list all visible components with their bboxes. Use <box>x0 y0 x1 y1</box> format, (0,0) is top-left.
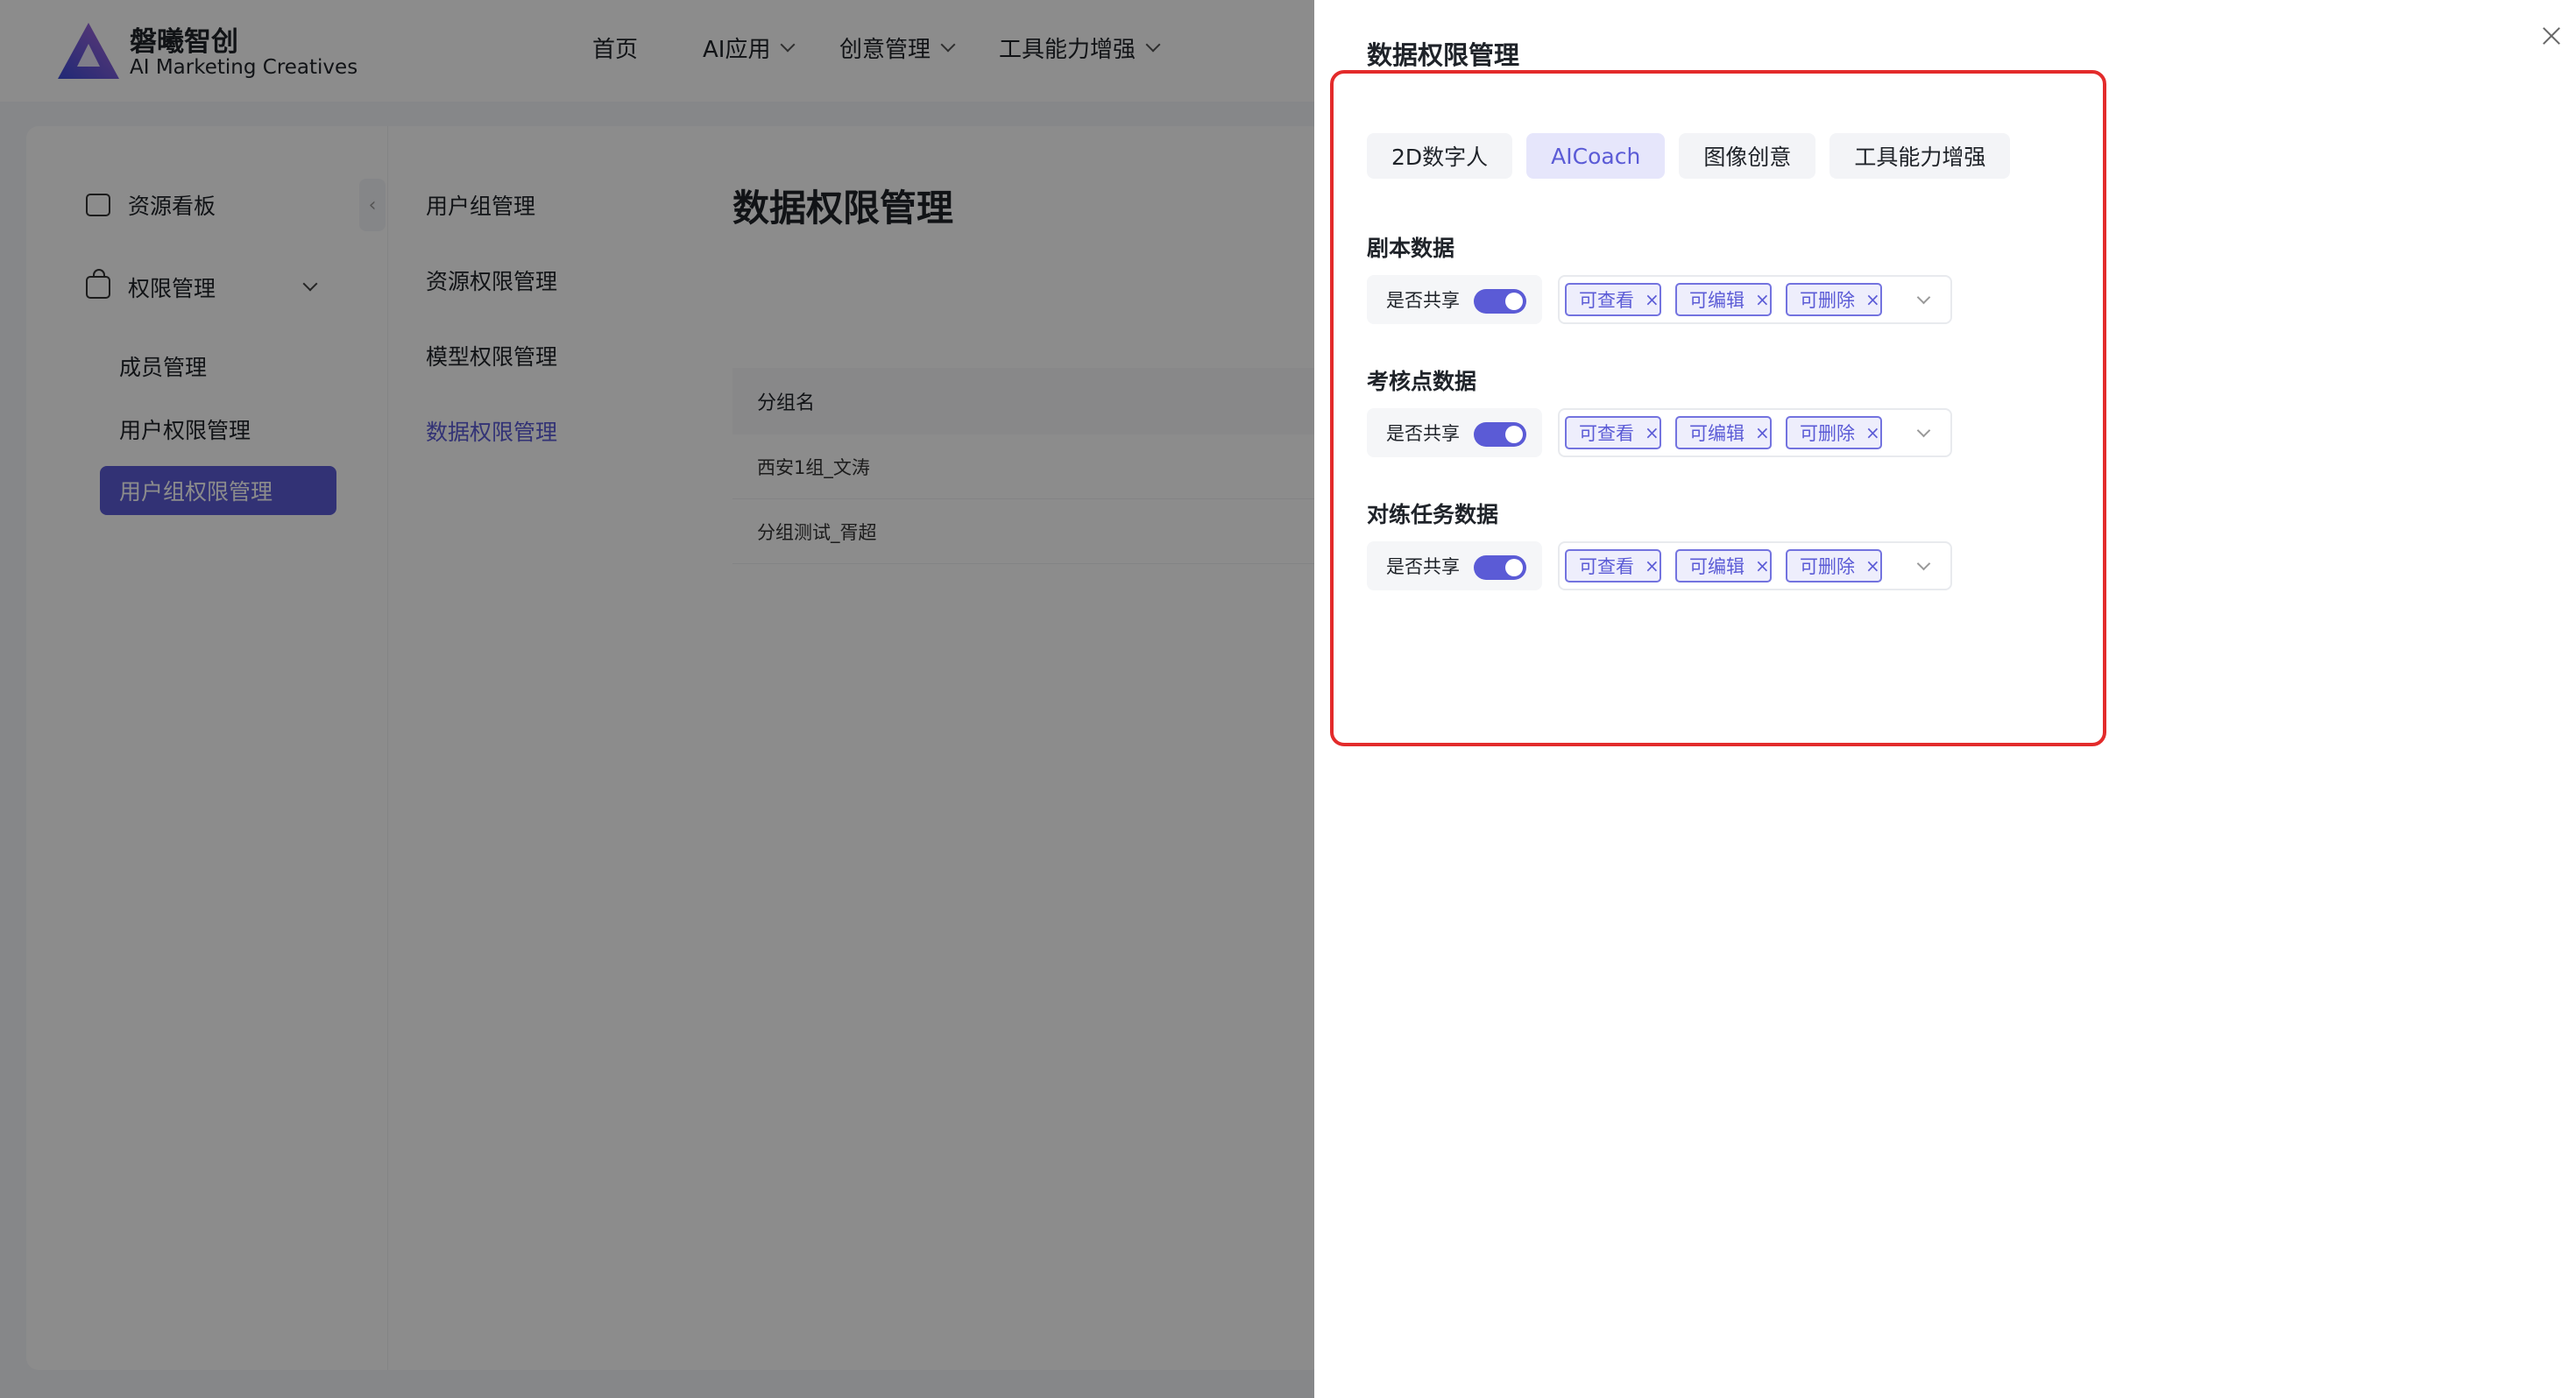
permission-select[interactable]: 可查看 × 可编辑 × 可删除 × <box>1558 408 1952 457</box>
remove-tag-icon[interactable]: × <box>1645 289 1660 310</box>
close-icon[interactable] <box>2534 19 2569 54</box>
share-toggle[interactable] <box>1474 555 1526 580</box>
tag-label: 可删除 <box>1800 290 1855 311</box>
share-control: 是否共享 <box>1367 408 1542 457</box>
chevron-down-icon[interactable] <box>1916 423 1931 438</box>
section-title-checkpoint-data: 考核点数据 <box>1367 369 1477 394</box>
tag-label: 可编辑 <box>1689 290 1744 311</box>
share-label: 是否共享 <box>1386 290 1460 311</box>
remove-tag-icon[interactable]: × <box>1865 422 1880 443</box>
share-toggle[interactable] <box>1474 289 1526 314</box>
tag-label: 可查看 <box>1579 556 1634 577</box>
tab-image-creative[interactable]: 图像创意 <box>1679 133 1816 179</box>
chevron-down-icon[interactable] <box>1916 556 1931 571</box>
data-permission-drawer: 数据权限管理 2D数字人 AICoach 图像创意 工具能力增强 剧本数据 是否… <box>1314 0 2576 1398</box>
tag-label: 可编辑 <box>1689 423 1744 444</box>
share-label: 是否共享 <box>1386 556 1460 577</box>
tag-view: 可查看 × <box>1565 549 1661 582</box>
tag-label: 可编辑 <box>1689 556 1744 577</box>
tag-label: 可删除 <box>1800 423 1855 444</box>
tag-view: 可查看 × <box>1565 283 1661 316</box>
tag-edit: 可编辑 × <box>1675 549 1772 582</box>
tag-edit: 可编辑 × <box>1675 283 1772 316</box>
permission-select[interactable]: 可查看 × 可编辑 × 可删除 × <box>1558 275 1952 324</box>
share-control: 是否共享 <box>1367 275 1542 324</box>
permission-select[interactable]: 可查看 × 可编辑 × 可删除 × <box>1558 541 1952 590</box>
category-tabs: 2D数字人 AICoach 图像创意 工具能力增强 <box>1367 133 2011 179</box>
share-toggle[interactable] <box>1474 422 1526 447</box>
tag-label: 可查看 <box>1579 290 1634 311</box>
tag-edit: 可编辑 × <box>1675 416 1772 449</box>
modal-overlay[interactable] <box>0 0 1314 1398</box>
tab-2d-digital-human[interactable]: 2D数字人 <box>1367 133 1513 179</box>
remove-tag-icon[interactable]: × <box>1755 289 1770 310</box>
tag-delete: 可删除 × <box>1786 549 1882 582</box>
remove-tag-icon[interactable]: × <box>1645 422 1660 443</box>
share-label: 是否共享 <box>1386 423 1460 444</box>
section-title-practice-task-data: 对练任务数据 <box>1367 502 1499 527</box>
tab-tool-enhancement[interactable]: 工具能力增强 <box>1829 133 2011 179</box>
remove-tag-icon[interactable]: × <box>1645 555 1660 576</box>
section-title-script-data: 剧本数据 <box>1367 236 1455 261</box>
tag-view: 可查看 × <box>1565 416 1661 449</box>
tag-delete: 可删除 × <box>1786 283 1882 316</box>
remove-tag-icon[interactable]: × <box>1865 289 1880 310</box>
remove-tag-icon[interactable]: × <box>1865 555 1880 576</box>
tab-aicoach[interactable]: AICoach <box>1526 133 1666 179</box>
tag-delete: 可删除 × <box>1786 416 1882 449</box>
remove-tag-icon[interactable]: × <box>1755 422 1770 443</box>
tag-label: 可删除 <box>1800 556 1855 577</box>
share-control: 是否共享 <box>1367 541 1542 590</box>
remove-tag-icon[interactable]: × <box>1755 555 1770 576</box>
tag-label: 可查看 <box>1579 423 1634 444</box>
drawer-title: 数据权限管理 <box>1367 40 1520 70</box>
chevron-down-icon[interactable] <box>1916 290 1931 305</box>
